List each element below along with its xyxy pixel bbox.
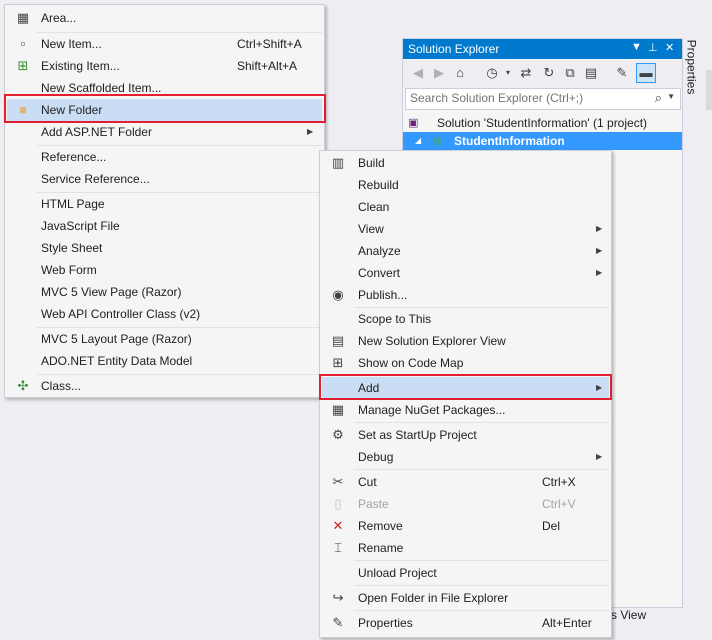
search-icon[interactable]: ⌕ [655,90,662,106]
tree-item-solution[interactable]: ▣ Solution 'StudentInformation' (1 proje… [403,114,682,132]
solution-explorer-search[interactable]: ⌕ ▼ [405,88,681,110]
menu-item-rename[interactable]: ⌶ Rename [322,537,609,559]
menu-item-clean[interactable]: Clean [322,196,609,218]
pin-icon[interactable]: ⊥ [648,41,658,54]
menu-item-adonet-entity-model[interactable]: ADO.NET Entity Data Model [7,350,322,372]
filter-dropdown-icon[interactable]: ▾ [499,64,517,82]
submenu-arrow-icon: ▶ [307,127,314,136]
menu-item-properties[interactable]: ✎ Properties Alt+Enter [322,612,609,634]
menu-separator [354,422,609,423]
properties-wrench-icon[interactable]: ✎ [613,64,631,82]
menu-item-new-scaffolded-item[interactable]: New Scaffolded Item... [7,77,322,99]
menu-item-analyze[interactable]: Analyze ▶ [322,240,609,262]
search-options-dropdown-icon[interactable]: ▼ [667,92,675,101]
solution-explorer-toolbar: ◀ ▶ ⌂ ◷ ▾ ⇄ ↻ ⧉ ▤ ✎ ▬ [403,60,682,88]
menu-item-mvc5-view-page[interactable]: MVC 5 View Page (Razor) [7,281,322,303]
project-context-menu: ▥ Build Rebuild Clean View ▶ Analyze ▶ C… [319,150,612,638]
new-folder-icon: ■ [19,102,27,117]
menu-item-add-aspnet-folder[interactable]: Add ASP.NET Folder ▶ [7,121,322,143]
dropdown-arrow-icon[interactable]: ▼ [631,41,642,53]
rename-icon: ⌶ [334,540,342,555]
solution-icon: ▣ [408,117,419,129]
menu-item-new-folder[interactable]: ■ New Folder [7,99,322,121]
menu-item-web-form[interactable]: Web Form [7,259,322,281]
web-project-icon: ⊕ [433,134,444,148]
existing-item-icon: ⊞ [17,58,29,73]
menu-item-publish[interactable]: ◉ Publish... [322,284,609,306]
properties-side-tab[interactable]: Properties [684,36,706,104]
back-icon[interactable]: ◀ [409,64,427,82]
menu-item-style-sheet[interactable]: Style Sheet [7,237,322,259]
preview-selected-items-icon[interactable]: ▬ [636,63,656,83]
menu-item-rebuild[interactable]: Rebuild [322,174,609,196]
menu-separator [354,469,609,470]
scissors-icon: ✂ [332,474,344,489]
menu-item-set-startup[interactable]: ⚙ Set as StartUp Project [322,424,609,446]
remove-x-icon: ✕ [332,518,344,533]
menu-item-new-solution-explorer-view[interactable]: ▤ New Solution Explorer View [322,330,609,352]
menu-item-scope-to-this[interactable]: Scope to This [322,308,609,330]
submenu-arrow-icon: ▶ [596,383,603,392]
project-label: StudentInformation [454,134,565,148]
menu-item-html-page[interactable]: HTML Page [7,193,322,215]
menu-separator [354,610,609,611]
menu-item-remove[interactable]: ✕ Remove Del [322,515,609,537]
class-icon: ✣ [17,378,29,393]
menu-separator [354,560,609,561]
tree-item-project[interactable]: ◢ ⊕ StudentInformation [403,132,682,150]
menu-item-service-reference[interactable]: Service Reference... [7,168,322,190]
submenu-arrow-icon: ▶ [596,268,603,277]
menu-item-web-api-controller[interactable]: Web API Controller Class (v2) [7,303,322,325]
menu-item-mvc5-layout-page[interactable]: MVC 5 Layout Page (Razor) [7,328,322,350]
side-scroll-strip [706,70,712,110]
nuget-icon: ▦ [331,402,345,417]
build-icon: ▥ [331,155,345,170]
close-icon[interactable]: ✕ [665,41,674,54]
menu-item-manage-nuget[interactable]: ▦ Manage NuGet Packages... [322,399,609,421]
forward-icon[interactable]: ▶ [430,64,448,82]
menu-separator [354,375,609,376]
menu-item-debug[interactable]: Debug ▶ [322,446,609,468]
solution-explorer-titlebar: Solution Explorer ▼ ⊥ ✕ [403,39,682,59]
menu-item-add[interactable]: Add ▶ [322,377,609,399]
open-folder-arrow-icon: ↪ [332,590,344,605]
submenu-arrow-icon: ▶ [596,246,603,255]
new-view-icon: ▤ [331,333,345,348]
solution-label: Solution 'StudentInformation' (1 project… [437,116,648,130]
menu-item-reference[interactable]: Reference... [7,146,322,168]
refresh-icon[interactable]: ↻ [540,64,558,82]
home-icon[interactable]: ⌂ [451,64,469,82]
add-submenu: ▦ Area... ▫ New Item... Ctrl+Shift+A ⊞ E… [4,4,325,398]
gear-icon: ⚙ [332,427,344,442]
submenu-arrow-icon: ▶ [596,452,603,461]
menu-item-open-folder[interactable]: ↪ Open Folder in File Explorer [322,587,609,609]
properties-wrench-icon: ✎ [332,615,344,630]
new-item-icon: ▫ [20,36,26,51]
menu-item-convert[interactable]: Convert ▶ [322,262,609,284]
menu-item-javascript-file[interactable]: JavaScript File [7,215,322,237]
code-map-icon: ⊞ [332,355,344,370]
collapse-arrow-icon[interactable]: ◢ [415,132,421,150]
show-all-files-icon[interactable]: ▤ [582,64,600,82]
solution-explorer-title: Solution Explorer [408,42,500,56]
menu-item-build[interactable]: ▥ Build [322,152,609,174]
menu-item-paste[interactable]: ▯ Paste Ctrl+V [322,493,609,515]
menu-item-existing-item[interactable]: ⊞ Existing Item... Shift+Alt+A [7,55,322,77]
publish-globe-icon: ◉ [332,287,344,302]
menu-item-view[interactable]: View ▶ [322,218,609,240]
search-input[interactable] [410,91,650,105]
submenu-arrow-icon: ▶ [596,224,603,233]
menu-separator [354,585,609,586]
menu-item-class[interactable]: ✣ Class... [7,375,322,397]
properties-tab-label: Properties [684,39,699,95]
sync-icon[interactable]: ⇄ [517,64,535,82]
paste-icon: ▯ [334,496,342,511]
menu-item-unload-project[interactable]: Unload Project [322,562,609,584]
area-icon: ▦ [16,10,30,25]
collapse-all-icon[interactable]: ⧉ [561,64,579,82]
menu-item-area[interactable]: ▦ Area... [7,7,322,29]
menu-item-cut[interactable]: ✂ Cut Ctrl+X [322,471,609,493]
menu-item-show-on-code-map[interactable]: ⊞ Show on Code Map [322,352,609,374]
menu-item-new-item[interactable]: ▫ New Item... Ctrl+Shift+A [7,33,322,55]
